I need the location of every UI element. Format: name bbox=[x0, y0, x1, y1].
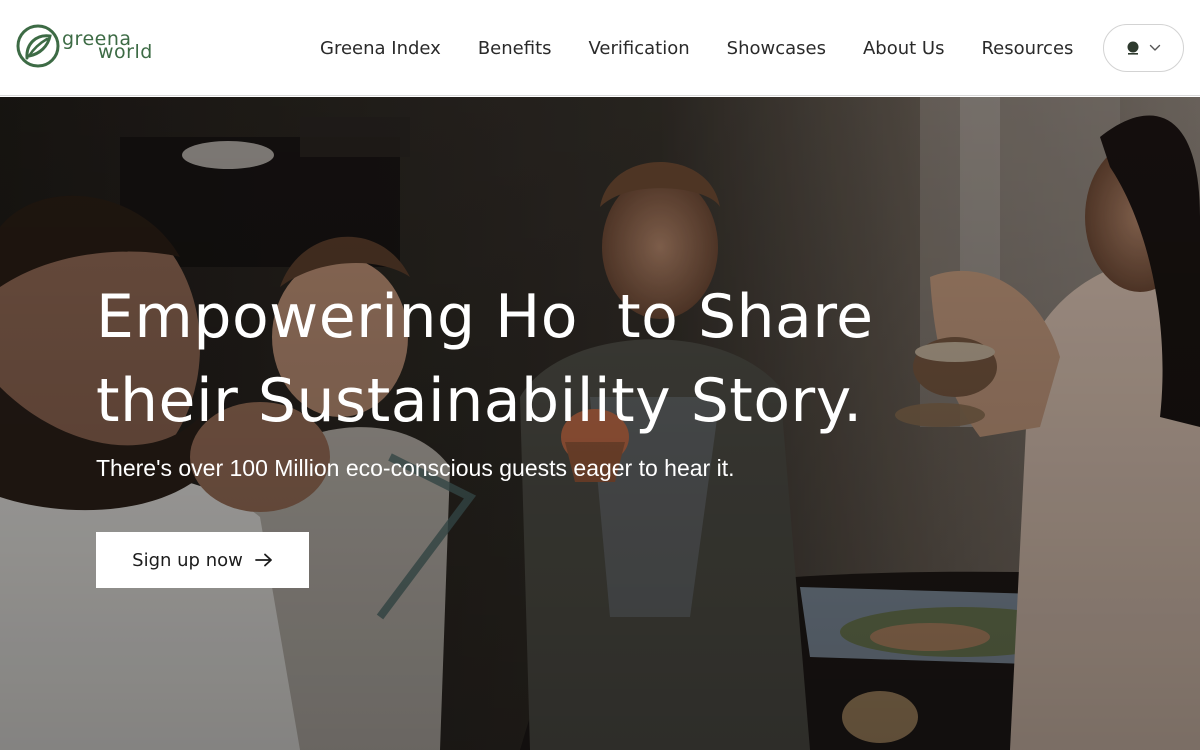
logo-text-world: world bbox=[98, 41, 153, 63]
sign-up-button-label: Sign up now bbox=[132, 549, 243, 571]
language-switcher[interactable] bbox=[1103, 24, 1184, 72]
hero-title: Empowering Ho to Share their Sustainabil… bbox=[96, 275, 996, 443]
nav-item-resources[interactable]: Resources bbox=[981, 38, 1073, 59]
nav-item-benefits[interactable]: Benefits bbox=[478, 38, 552, 59]
site-header: greena world Greena Index Benefits Verif… bbox=[0, 0, 1200, 96]
nav-item-verification[interactable]: Verification bbox=[589, 38, 690, 59]
hero-title-line-2: their Sustainability Story. bbox=[96, 366, 863, 436]
hero-title-line-1: Empowering Ho to Share bbox=[96, 282, 874, 352]
greena-world-logo[interactable]: greena world bbox=[14, 22, 164, 74]
logo-leaf-icon bbox=[16, 24, 60, 68]
nav-item-about-us[interactable]: About Us bbox=[863, 38, 945, 59]
hero-subtitle: There's over 100 Million eco-conscious g… bbox=[96, 455, 735, 481]
chevron-down-icon bbox=[1149, 44, 1160, 51]
nav-item-greena-index[interactable]: Greena Index bbox=[320, 38, 441, 59]
hero-section: Empowering Ho to Share their Sustainabil… bbox=[0, 97, 1200, 750]
main-nav: Greena Index Benefits Verification Showc… bbox=[320, 0, 1073, 96]
nav-item-showcases[interactable]: Showcases bbox=[727, 38, 826, 59]
sign-up-button[interactable]: Sign up now bbox=[96, 532, 309, 588]
arrow-right-icon bbox=[254, 553, 272, 567]
leaf-dot-icon bbox=[1127, 41, 1138, 55]
